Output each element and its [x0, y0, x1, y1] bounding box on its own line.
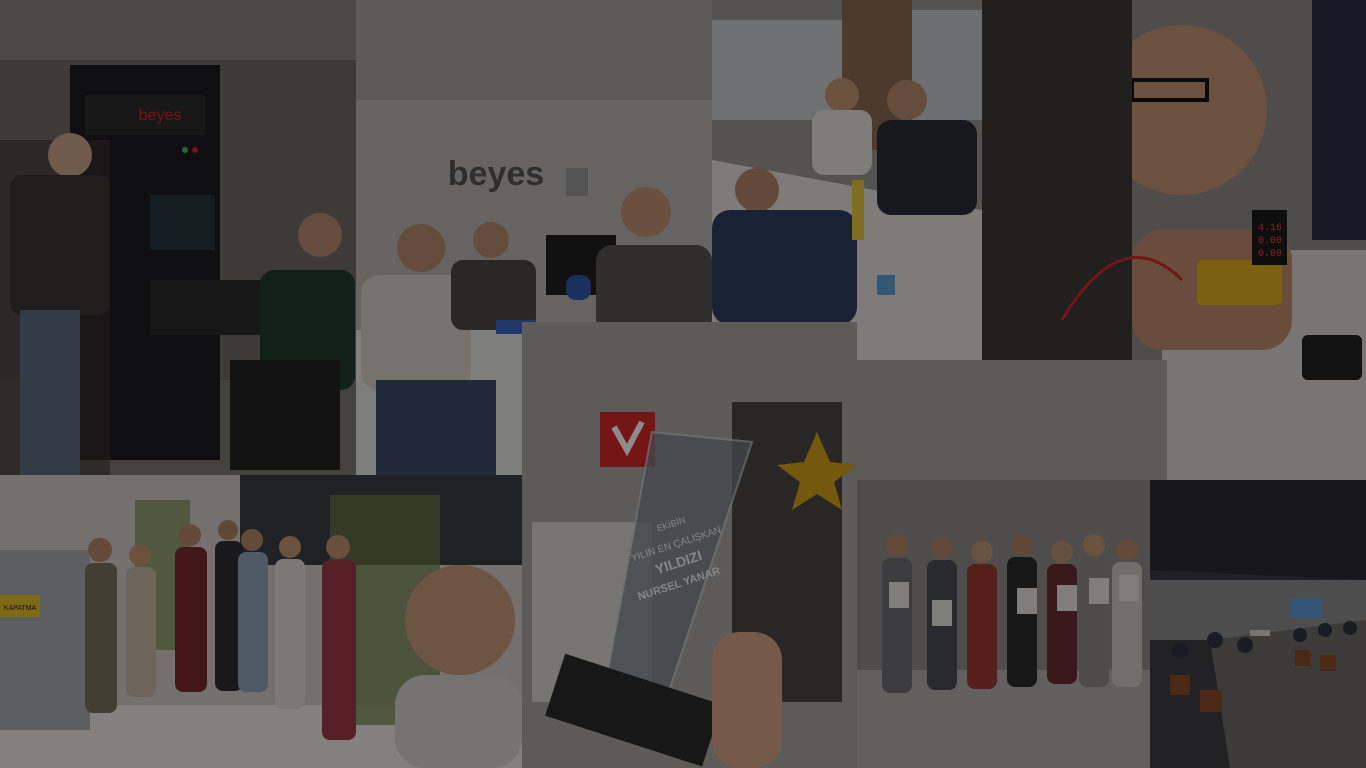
photo-certificate-ceremony [857, 360, 1167, 768]
svg-text:0.00: 0.00 [1258, 249, 1282, 260]
svg-text:KAPATMA: KAPATMA [4, 605, 37, 612]
photo-workshop [712, 0, 982, 360]
photo-training-hall [1150, 480, 1366, 768]
photo-group: KAPATMA [0, 475, 522, 768]
electrical-cabinet [0, 550, 90, 730]
photo-award-trophy: EKİBİN YILIN EN ÇALIŞKAN YILDIZI NURSEL … [522, 322, 857, 768]
multimeter [1197, 260, 1282, 305]
photo-server-rack: beyes [0, 0, 356, 475]
beyes-wall-logo: beyes [448, 155, 544, 193]
svg-text:beyes: beyes [139, 107, 182, 124]
svg-text:4.16: 4.16 [1258, 223, 1282, 234]
svg-text:0.00: 0.00 [1258, 236, 1282, 247]
projection-screen [1290, 598, 1322, 618]
monitor [1312, 0, 1366, 240]
selfie-face [405, 565, 515, 675]
photo-collage: beyes beyes 4.16 0.00 0.00 KAPATMA EKİBİ… [0, 0, 1366, 768]
